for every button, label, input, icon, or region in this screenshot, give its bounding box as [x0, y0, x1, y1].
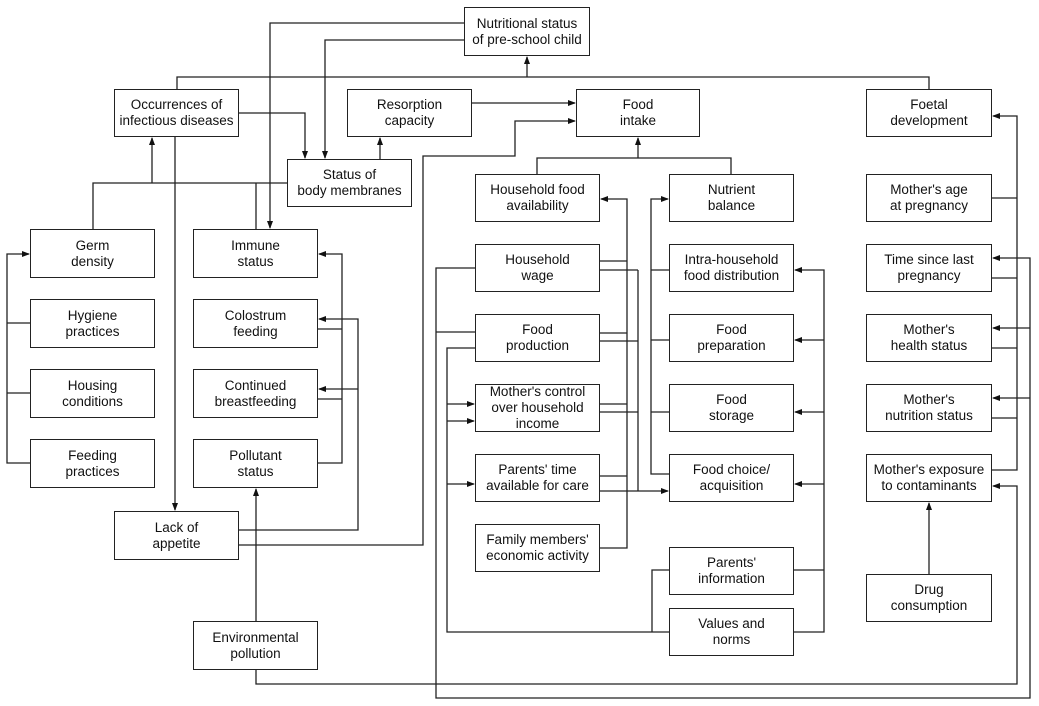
node-germ-density: Germ density [30, 229, 155, 278]
node-parents-information: Parents' information [669, 547, 794, 595]
node-intra-household-distribution: Intra-household food distribution [669, 244, 794, 292]
node-resorption-capacity: Resorption capacity [347, 89, 472, 137]
node-foetal-development: Foetal development [866, 89, 992, 137]
node-nutrient-balance: Nutrient balance [669, 174, 794, 222]
infectious-to-membranes [239, 112, 308, 159]
node-values-norms: Values and norms [669, 608, 794, 656]
germ-immune-bus [92, 182, 287, 229]
node-food-preparation: Food preparation [669, 314, 794, 362]
node-immune-status: Immune status [193, 229, 318, 278]
node-household-wage: Household wage [475, 244, 600, 292]
node-pollutant-status: Pollutant status [193, 439, 318, 488]
diagram-canvas: Nutritional status of pre-school child O… [0, 0, 1039, 706]
node-lack-of-appetite: Lack of appetite [114, 511, 239, 560]
node-food-choice: Food choice/ acquisition [669, 454, 794, 502]
node-time-since-pregnancy: Time since last pregnancy [866, 244, 992, 292]
node-mothers-control: Mother's control over household income [475, 384, 600, 432]
node-housing-conditions: Housing conditions [30, 369, 155, 418]
node-mothers-exposure: Mother's exposure to contaminants [866, 454, 992, 502]
node-infectious-diseases: Occurrences of infectious diseases [114, 89, 239, 137]
node-household-food-availability: Household food availability [475, 174, 600, 222]
node-mothers-nutrition: Mother's nutrition status [866, 384, 992, 432]
node-family-economic-activity: Family members' economic activity [475, 524, 600, 572]
node-food-production: Food production [475, 314, 600, 362]
node-continued-breastfeeding: Continued breastfeeding [193, 369, 318, 418]
node-mothers-age: Mother's age at pregnancy [866, 174, 992, 222]
top-bus [176, 76, 930, 89]
node-nutritional-status: Nutritional status of pre-school child [464, 7, 590, 56]
node-food-intake: Food intake [576, 89, 700, 137]
node-body-membranes: Status of body membranes [287, 159, 412, 207]
node-environmental-pollution: Environmental pollution [193, 621, 318, 670]
node-colostrum-feeding: Colostrum feeding [193, 299, 318, 348]
node-feeding-practices: Feeding practices [30, 439, 155, 488]
node-hygiene-practices: Hygiene practices [30, 299, 155, 348]
node-food-storage: Food storage [669, 384, 794, 432]
node-parents-time: Parents' time available for care [475, 454, 600, 502]
node-mothers-health: Mother's health status [866, 314, 992, 362]
node-drug-consumption: Drug consumption [866, 574, 992, 622]
